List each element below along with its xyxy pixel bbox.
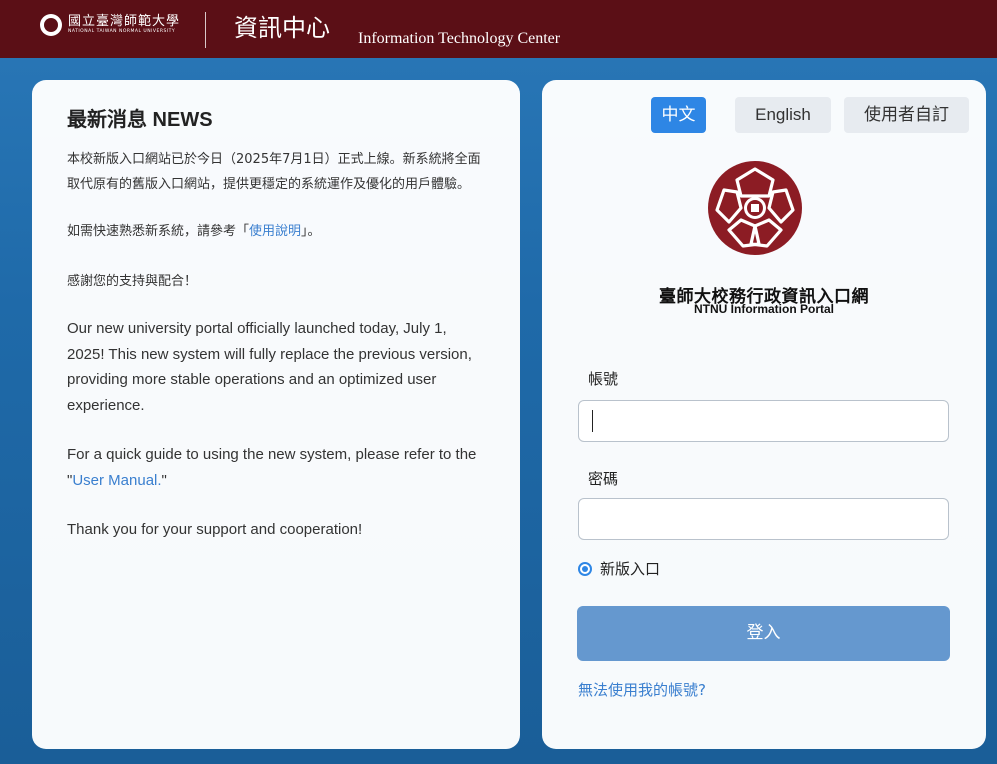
user-custom-button[interactable]: 使用者自訂	[844, 97, 969, 133]
news-en-paragraph-1: Our new university portal officially lau…	[67, 320, 472, 414]
language-chinese-button[interactable]: 中文	[651, 97, 706, 133]
ntnu-seal-logo	[708, 161, 802, 255]
password-label: 密碼	[588, 470, 619, 488]
account-label: 帳號	[588, 370, 619, 388]
news-en-paragraph-2: For a quick guide to using the new syste…	[67, 446, 477, 489]
user-manual-link-en[interactable]: User Manual.	[72, 472, 161, 489]
center-name-zh: 資訊中心	[234, 14, 330, 42]
new-portal-radio[interactable]: 新版入口	[578, 558, 660, 579]
header-divider	[205, 12, 206, 48]
account-help-link[interactable]: 無法使用我的帳號?	[578, 679, 706, 700]
news-panel: 最新消息 NEWS 本校新版入口網站已於今日（2025年7月1日）正式上線。新系…	[32, 80, 520, 749]
university-name-en: NATIONAL TAIWAN NORMAL UNIVERSITY	[68, 29, 176, 35]
language-english-button[interactable]: English	[735, 97, 831, 133]
news-zh-paragraph-1: 本校新版入口網站已於今日（2025年7月1日）正式上線。新系統將全面取代原有的舊…	[67, 152, 481, 192]
news-en-paragraph-3: Thank you for your support and cooperati…	[67, 521, 363, 538]
news-zh-paragraph-3: 感謝您的支持與配合！	[67, 273, 198, 289]
radio-label: 新版入口	[600, 560, 661, 578]
news-zh-paragraph-2: 如需快速熟悉新系統，請參考「使用說明」。	[67, 224, 321, 239]
radio-selected-icon[interactable]	[578, 561, 592, 576]
university-name-zh: 國立臺灣師範大學	[68, 14, 181, 30]
user-guide-link-zh[interactable]: 使用說明	[249, 224, 301, 239]
university-seal-icon	[40, 14, 62, 36]
university-logo[interactable]: 國立臺灣師範大學 NATIONAL TAIWAN NORMAL UNIVERSI…	[40, 14, 180, 36]
portal-title-en: NTNU Information Portal	[694, 302, 834, 316]
login-panel: 中文 English 使用者自訂 臺師大校務行政資訊入口網 NTNU Infor…	[542, 80, 986, 749]
news-body: 本校新版入口網站已於今日（2025年7月1日）正式上線。新系統將全面取代原有的舊…	[67, 148, 487, 543]
login-button[interactable]: 登入	[577, 606, 950, 661]
news-title: 最新消息 NEWS	[67, 109, 213, 131]
password-input[interactable]	[578, 498, 949, 540]
center-name-en: Information Technology Center	[358, 30, 561, 47]
text-cursor	[592, 410, 593, 432]
site-header: 國立臺灣師範大學 NATIONAL TAIWAN NORMAL UNIVERSI…	[0, 0, 997, 58]
account-input[interactable]	[578, 400, 949, 442]
